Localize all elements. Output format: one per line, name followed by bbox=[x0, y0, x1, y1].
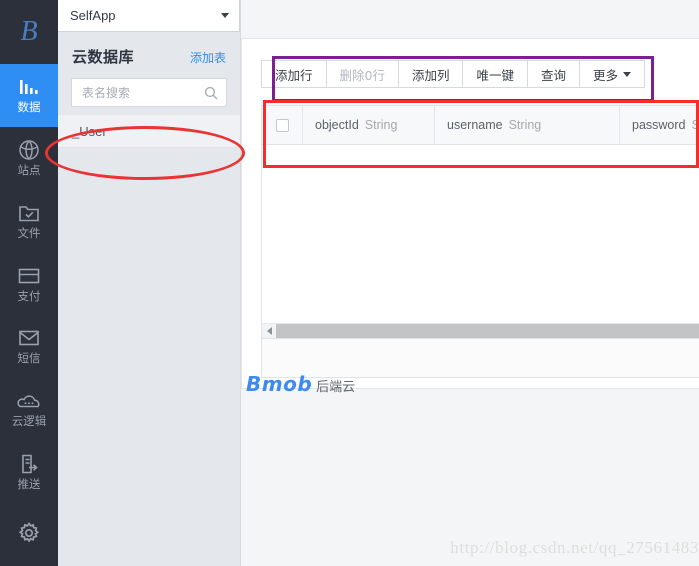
delete-rows-button[interactable]: 删除0行 bbox=[325, 60, 399, 88]
cloud-dots-icon bbox=[16, 390, 42, 412]
folder-check-icon bbox=[17, 202, 41, 224]
select-all-checkbox[interactable] bbox=[275, 118, 289, 132]
sidebar-item-label: 文件 bbox=[17, 225, 41, 240]
sidebar-item-site[interactable]: 站点 bbox=[0, 127, 58, 190]
credit-card-icon bbox=[17, 265, 41, 287]
column-type: String bbox=[691, 118, 699, 132]
select-all-cell[interactable] bbox=[262, 106, 303, 144]
unique-key-button[interactable]: 唯一键 bbox=[462, 60, 528, 88]
button-label: 唯一键 bbox=[476, 67, 514, 83]
bmob-logo: B bbox=[20, 15, 38, 47]
add-table-link[interactable]: 添加表 bbox=[190, 49, 226, 66]
sidebar-item-label: 数据 bbox=[17, 100, 41, 115]
table-header-row: objectId String username String password… bbox=[262, 106, 699, 145]
button-label: 更多 bbox=[593, 67, 619, 83]
list-item[interactable]: _User bbox=[58, 115, 240, 148]
horizontal-scrollbar[interactable] bbox=[262, 324, 699, 339]
triangle-left-icon[interactable] bbox=[262, 324, 276, 338]
button-label: 添加行 bbox=[275, 67, 313, 83]
column-header-password[interactable]: password String bbox=[620, 106, 699, 144]
sidebar-item-settings[interactable] bbox=[0, 503, 58, 566]
sidebar-item-label: 云逻辑 bbox=[11, 414, 47, 429]
page-title: 云数据库 bbox=[72, 48, 135, 66]
data-table-card: 添加行 删除0行 添加列 唯一键 查询 更多 objectId String u… bbox=[241, 38, 699, 389]
app-selector-value: SelfApp bbox=[70, 8, 116, 23]
more-button[interactable]: 更多 bbox=[579, 60, 646, 88]
gear-icon bbox=[17, 522, 41, 544]
button-label: 删除0行 bbox=[339, 67, 385, 83]
app-window: B 数据 站点 文件 支付 短信 云逻辑 推送 SelfApp 云数据库 添加表… bbox=[0, 0, 699, 566]
sidebar-item-sms[interactable]: 短信 bbox=[0, 315, 58, 378]
chevron-down-icon bbox=[623, 71, 632, 77]
search-icon bbox=[204, 86, 218, 100]
sidebar-item-push[interactable]: 推送 bbox=[0, 440, 58, 503]
add-row-button[interactable]: 添加行 bbox=[261, 60, 327, 88]
data-grid: objectId String username String password… bbox=[261, 105, 699, 378]
table-toolbar: 添加行 删除0行 添加列 唯一键 查询 更多 bbox=[261, 60, 646, 88]
search-input[interactable] bbox=[82, 85, 204, 100]
globe-icon bbox=[17, 139, 41, 161]
sidebar-item-label: 支付 bbox=[17, 288, 41, 303]
sidebar-item-label: 站点 bbox=[17, 162, 41, 177]
push-document-icon bbox=[18, 453, 40, 475]
main-content: 添加行 删除0行 添加列 唯一键 查询 更多 objectId String u… bbox=[241, 0, 699, 566]
sidebar-item-data[interactable]: 数据 bbox=[0, 63, 58, 127]
chart-bars-icon bbox=[17, 76, 41, 98]
bmob-branding: Bmob 后端云 bbox=[246, 372, 355, 396]
scrollbar-thumb[interactable] bbox=[276, 324, 699, 338]
app-selector-dropdown[interactable]: SelfApp bbox=[58, 0, 240, 32]
column-type: String bbox=[364, 118, 398, 132]
column-type: String bbox=[508, 118, 542, 132]
add-column-button[interactable]: 添加列 bbox=[397, 60, 464, 88]
left-nav-rail: B 数据 站点 文件 支付 短信 云逻辑 推送 bbox=[0, 0, 58, 566]
watermark: http://blog.csdn.net/qq_27561483 bbox=[450, 538, 699, 557]
chevron-down-icon bbox=[221, 13, 229, 18]
column-header-username[interactable]: username String bbox=[435, 106, 620, 144]
sidebar-item-file[interactable]: 文件 bbox=[0, 189, 58, 252]
sidebar-item-payment[interactable]: 支付 bbox=[0, 252, 58, 315]
sidebar-item-cloud-logic[interactable]: 云逻辑 bbox=[0, 378, 58, 441]
brand-suffix: 后端云 bbox=[316, 380, 356, 395]
table-body bbox=[262, 145, 699, 324]
button-label: 添加列 bbox=[411, 67, 450, 83]
table-name: _User bbox=[72, 123, 107, 139]
sidebar-item-label: 推送 bbox=[17, 476, 41, 491]
table-list-panel: SelfApp 云数据库 添加表 _User bbox=[58, 0, 241, 566]
brand-name: Bmob bbox=[246, 372, 313, 396]
query-button[interactable]: 查询 bbox=[527, 60, 581, 88]
button-label: 查询 bbox=[541, 67, 567, 83]
sidebar-item-label: 短信 bbox=[17, 351, 41, 366]
column-name: objectId bbox=[315, 118, 359, 132]
envelope-icon bbox=[17, 327, 41, 349]
column-header-objectid[interactable]: objectId String bbox=[303, 106, 435, 144]
column-name: username bbox=[447, 118, 503, 132]
table-search-box[interactable] bbox=[71, 78, 227, 107]
table-list: _User bbox=[58, 115, 240, 148]
cloud-database-header: 云数据库 添加表 bbox=[58, 32, 240, 67]
column-name: password bbox=[632, 118, 686, 132]
